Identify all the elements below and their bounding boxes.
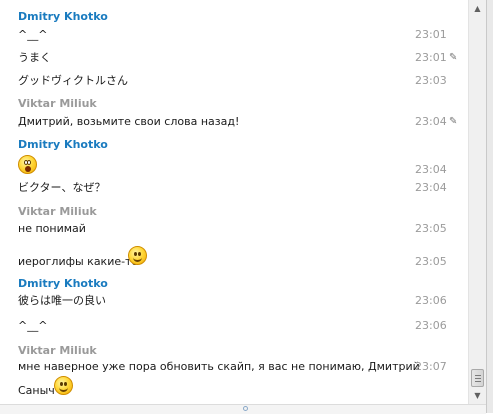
edited-icon: ✎ bbox=[449, 116, 458, 127]
vertical-scrollbar[interactable]: ▲ ▼ bbox=[468, 0, 486, 404]
edited-icon: ✎ bbox=[449, 52, 458, 63]
message-text: 彼らは唯一の良い bbox=[18, 294, 106, 307]
message-text: うまく bbox=[18, 51, 51, 64]
window-edge bbox=[486, 0, 493, 413]
message-row[interactable]: 彼らは唯一の良い 23:06 bbox=[18, 293, 468, 315]
surprised-emoji-icon bbox=[18, 155, 37, 174]
sender-name[interactable]: Dmitry Khotko bbox=[18, 138, 108, 152]
message-time: 23:06 bbox=[415, 319, 447, 332]
message-text: グッドヴィクトルさん bbox=[18, 74, 128, 87]
scroll-down-button[interactable]: ▼ bbox=[469, 387, 486, 404]
message-row[interactable]: ^__^ 23:01 bbox=[18, 27, 468, 49]
scroll-up-button[interactable]: ▲ bbox=[469, 0, 486, 17]
smile-emoji-icon bbox=[54, 376, 73, 395]
message-text: мне наверное уже пора обновить скайп, я … bbox=[18, 360, 420, 373]
message-emoji bbox=[18, 155, 37, 174]
message-text: ビクター、なぜ？ bbox=[18, 181, 106, 194]
sender-name[interactable]: Viktar Miliuk bbox=[18, 344, 97, 358]
message-time: 23:07 bbox=[415, 360, 447, 373]
message-time: 23:01 bbox=[415, 51, 447, 64]
message-row[interactable]: иероглифы какие-то 23:05 bbox=[18, 246, 468, 272]
message-time: 23:04 bbox=[415, 181, 447, 194]
message-row[interactable]: ビクター、なぜ？ 23:04 bbox=[18, 180, 468, 202]
message-time: 23:06 bbox=[415, 294, 447, 307]
message-row[interactable]: グッドヴィクトルさん 23:03 bbox=[18, 73, 468, 95]
message-row[interactable]: 23:04 bbox=[18, 155, 468, 179]
message-row[interactable]: ^__^ 23:06 bbox=[18, 318, 468, 340]
message-time: 23:01 bbox=[415, 28, 447, 41]
message-row[interactable]: うまく 23:01 ✎ bbox=[18, 50, 468, 72]
sender-name[interactable]: Dmitry Khotko bbox=[18, 277, 108, 291]
sender-name[interactable]: Viktar Miliuk bbox=[18, 97, 97, 111]
resize-grip-icon[interactable] bbox=[243, 406, 248, 411]
message-text: Саныч bbox=[18, 384, 55, 397]
message-row[interactable]: Саныч bbox=[18, 375, 468, 403]
message-time: 23:05 bbox=[415, 255, 447, 268]
smile-emoji-icon bbox=[128, 246, 147, 265]
message-row[interactable]: Дмитрий, возьмите свои слова назад! 23:0… bbox=[18, 114, 468, 136]
chat-history[interactable]: Dmitry Khotko ^__^ 23:01 うまく 23:01 ✎ グッド… bbox=[0, 0, 468, 404]
message-time: 23:05 bbox=[415, 222, 447, 235]
scrollbar-thumb[interactable] bbox=[471, 369, 484, 387]
message-time: 23:04 bbox=[415, 163, 447, 176]
message-text: ^__^ bbox=[18, 28, 48, 41]
message-text: ^__^ bbox=[18, 319, 48, 332]
message-time: 23:03 bbox=[415, 74, 447, 87]
sender-name[interactable]: Viktar Miliuk bbox=[18, 205, 97, 219]
message-time: 23:04 bbox=[415, 115, 447, 128]
message-text: Дмитрий, возьмите свои слова назад! bbox=[18, 115, 240, 128]
sender-name[interactable]: Dmitry Khotko bbox=[18, 10, 108, 24]
message-text: не понимай bbox=[18, 222, 86, 235]
message-row[interactable]: не понимай 23:05 bbox=[18, 221, 468, 243]
message-text: иероглифы какие-то bbox=[18, 255, 139, 268]
